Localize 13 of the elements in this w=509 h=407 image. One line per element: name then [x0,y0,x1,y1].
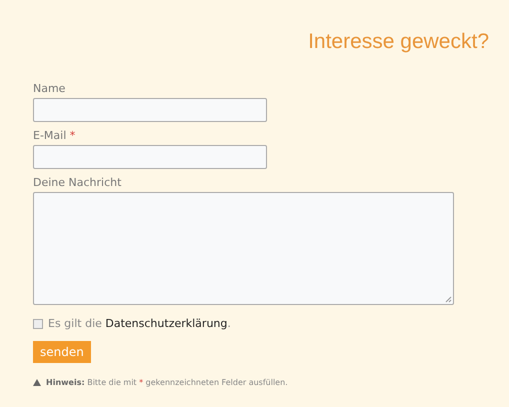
warning-icon [33,379,41,386]
consent-checkbox[interactable] [33,319,43,330]
privacy-link[interactable]: Datenschutzerklärung [105,317,228,330]
hint-text: Hinweis: Bitte die mit * gekennzeichneten Felder ausfüllen. [46,376,288,388]
field-label: E-Mail * [33,129,76,143]
input-field[interactable] [33,145,267,169]
input-field[interactable] [33,98,267,122]
consent-text: Es gilt die Datenschutzerklärung. [48,316,231,332]
field-label: Name [33,82,66,96]
field-label: Deine Nachricht [33,176,122,190]
page-heading: Interesse geweckt? [308,29,489,55]
message-field[interactable] [33,192,454,305]
resize-handle-icon[interactable] [445,296,452,303]
